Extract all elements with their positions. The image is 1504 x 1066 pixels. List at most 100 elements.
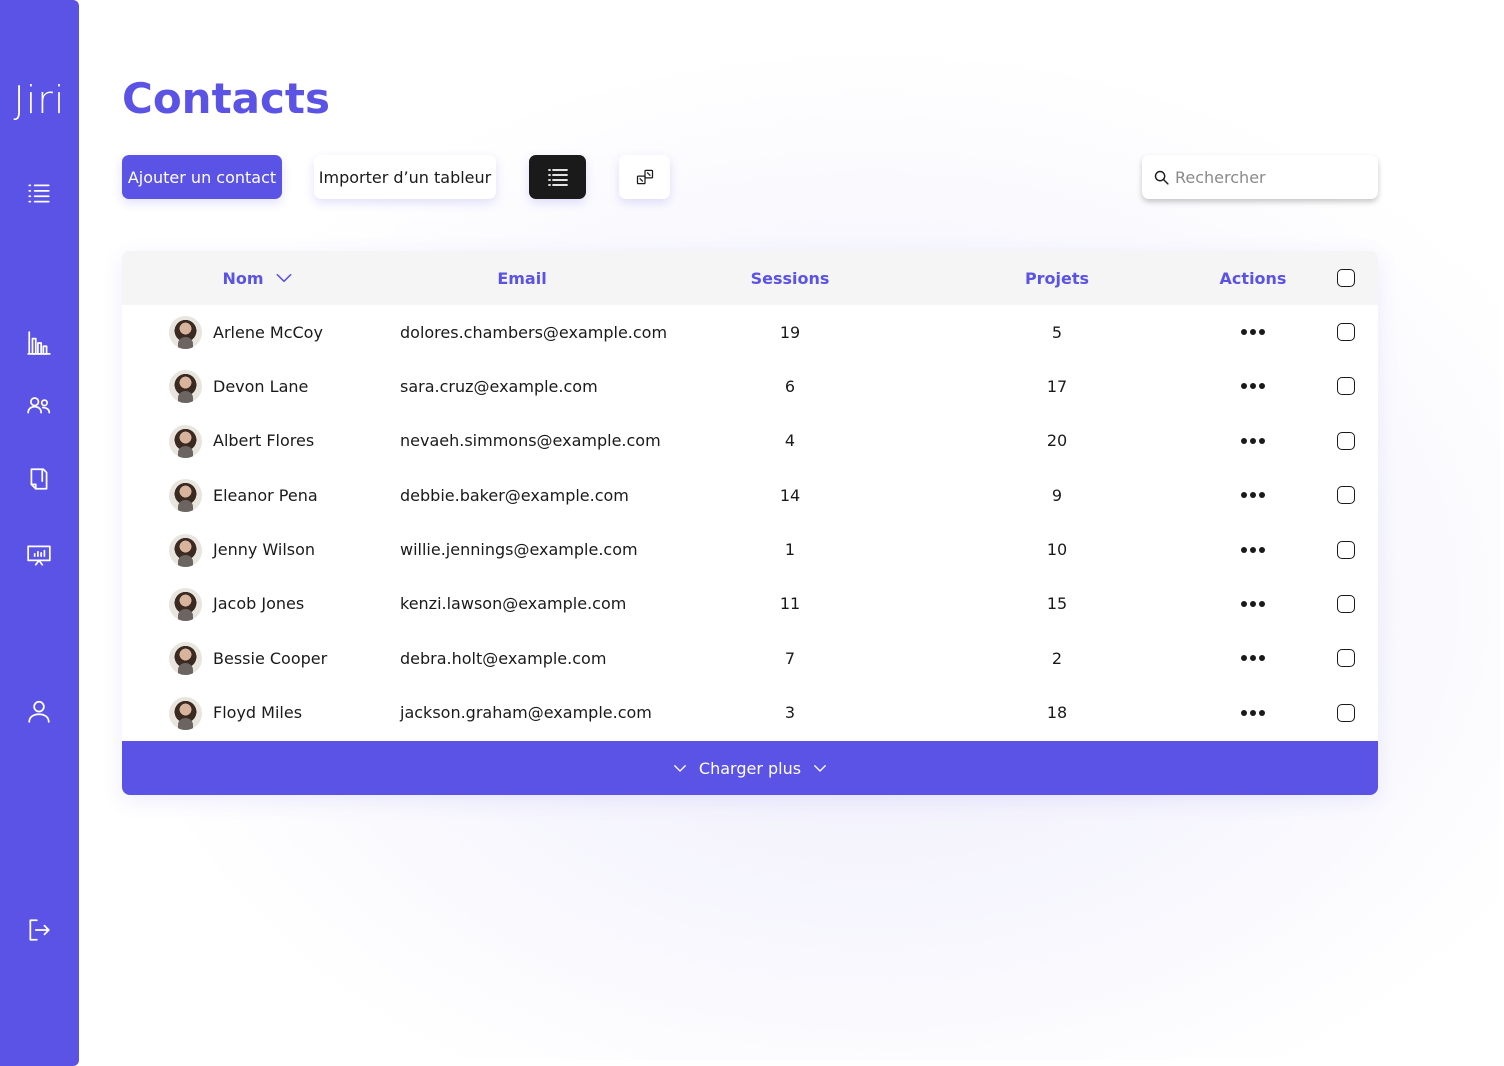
chevron-down-icon: [814, 765, 827, 772]
contact-name[interactable]: Albert Flores: [213, 414, 314, 468]
contact-sessions: 11: [779, 594, 801, 614]
contact-projects: 17: [1046, 376, 1068, 396]
contact-sessions: 3: [784, 703, 796, 723]
row-actions-button[interactable]: [1223, 686, 1283, 740]
load-more-label: Charger plus: [698, 758, 802, 778]
table-row: Arlene McCoy dolores.chambers@example.co…: [122, 305, 1378, 359]
bar-chart-icon[interactable]: [22, 326, 56, 360]
contact-name[interactable]: Arlene McCoy: [213, 305, 323, 359]
row-checkbox[interactable]: [1337, 323, 1355, 341]
contact-sessions: 19: [779, 322, 801, 342]
search-icon: [1154, 170, 1169, 185]
row-actions-button[interactable]: [1223, 577, 1283, 631]
more-dots-icon: [1241, 383, 1265, 390]
list-view-icon: [547, 169, 568, 186]
table-row: Eleanor Pena debbie.baker@example.com 14…: [122, 468, 1378, 522]
row-checkbox[interactable]: [1337, 594, 1355, 613]
menu-icon[interactable]: [22, 176, 56, 210]
table-body: Arlene McCoy dolores.chambers@example.co…: [122, 305, 1378, 740]
avatar: [169, 533, 202, 567]
contact-name[interactable]: Devon Lane: [213, 359, 308, 413]
column-header-name-label: Nom: [222, 268, 264, 288]
row-checkbox[interactable]: [1337, 431, 1355, 450]
row-actions-button[interactable]: [1223, 523, 1283, 577]
logout-icon[interactable]: [22, 913, 56, 947]
sidebar: Jiri: [0, 0, 79, 1066]
contact-email: debbie.baker@example.com: [400, 485, 629, 505]
contacts-table: Nom Email Sessions Projets Actions Arlen…: [122, 251, 1378, 795]
contact-email: debra.holt@example.com: [400, 648, 607, 668]
page-title: Contacts: [122, 74, 330, 123]
contact-projects: 10: [1046, 540, 1068, 560]
users-icon[interactable]: [22, 388, 56, 422]
more-dots-icon: [1241, 329, 1265, 335]
contact-projects: 2: [1051, 648, 1063, 668]
avatar: [169, 696, 202, 730]
user-icon[interactable]: [22, 694, 56, 728]
avatar: [169, 424, 202, 458]
more-dots-icon: [1241, 655, 1265, 662]
contact-email: dolores.chambers@example.com: [400, 322, 668, 342]
app-logo[interactable]: Jiri: [0, 78, 79, 122]
row-actions-button[interactable]: [1223, 468, 1283, 522]
search-input[interactable]: [1175, 167, 1375, 187]
contact-name[interactable]: Floyd Miles: [213, 686, 302, 740]
avatar: [169, 642, 202, 676]
more-dots-icon: [1241, 709, 1265, 716]
search-box[interactable]: [1142, 155, 1378, 199]
contact-email: jackson.graham@example.com: [400, 703, 652, 723]
column-header-projects[interactable]: Projets: [957, 251, 1157, 305]
contact-projects: 15: [1046, 594, 1068, 614]
contact-name[interactable]: Jacob Jones: [213, 577, 304, 631]
more-dots-icon: [1241, 437, 1265, 444]
table-row: Floyd Miles jackson.graham@example.com 3…: [122, 686, 1378, 740]
more-dots-icon: [1241, 600, 1265, 607]
chevron-down-icon: [673, 765, 686, 772]
contact-email: kenzi.lawson@example.com: [400, 594, 627, 614]
chevron-down-icon: [276, 273, 291, 283]
import-spreadsheet-button[interactable]: Importer d’un tableur: [314, 155, 496, 199]
row-actions-button[interactable]: [1223, 359, 1283, 413]
contact-email: nevaeh.simmons@example.com: [400, 431, 661, 451]
load-more-button[interactable]: Charger plus: [122, 741, 1378, 795]
avatar: [169, 370, 202, 404]
row-checkbox[interactable]: [1337, 540, 1355, 559]
row-checkbox[interactable]: [1337, 649, 1355, 668]
contact-sessions: 1: [784, 540, 796, 560]
avatar: [169, 316, 202, 349]
row-actions-button[interactable]: [1223, 414, 1283, 468]
avatar: [169, 479, 202, 513]
table-row: Albert Flores nevaeh.simmons@example.com…: [122, 414, 1378, 468]
add-contact-button[interactable]: Ajouter un contact: [122, 155, 282, 199]
contact-email: sara.cruz@example.com: [400, 376, 598, 396]
column-header-sessions[interactable]: Sessions: [690, 251, 890, 305]
contact-name[interactable]: Eleanor Pena: [213, 468, 318, 522]
contact-name[interactable]: Bessie Cooper: [213, 631, 327, 685]
contact-email: willie.jennings@example.com: [400, 540, 638, 560]
contact-sessions: 14: [779, 485, 801, 505]
select-all-checkbox[interactable]: [1337, 269, 1355, 287]
more-dots-icon: [1241, 492, 1265, 499]
column-header-name[interactable]: Nom: [198, 251, 318, 305]
row-checkbox[interactable]: [1337, 486, 1355, 505]
list-view-button[interactable]: [529, 155, 586, 199]
document-icon[interactable]: [22, 462, 56, 496]
table-row: Jenny Wilson willie.jennings@example.com…: [122, 523, 1378, 577]
row-checkbox[interactable]: [1337, 377, 1355, 396]
presentation-icon[interactable]: [22, 538, 56, 572]
more-dots-icon: [1241, 546, 1265, 553]
row-actions-button[interactable]: [1223, 305, 1283, 359]
avatar: [169, 587, 202, 621]
grid-view-button[interactable]: [619, 155, 670, 199]
contact-projects: 18: [1046, 703, 1068, 723]
contact-sessions: 7: [784, 648, 796, 668]
grid-view-icon: [636, 169, 653, 185]
table-row: Jacob Jones kenzi.lawson@example.com 11 …: [122, 577, 1378, 631]
contact-sessions: 6: [784, 376, 796, 396]
row-actions-button[interactable]: [1223, 631, 1283, 685]
contact-projects: 5: [1051, 322, 1063, 342]
row-checkbox[interactable]: [1337, 703, 1355, 722]
column-header-email[interactable]: Email: [422, 251, 622, 305]
contact-name[interactable]: Jenny Wilson: [213, 523, 315, 577]
table-header: Nom Email Sessions Projets Actions: [122, 251, 1378, 305]
